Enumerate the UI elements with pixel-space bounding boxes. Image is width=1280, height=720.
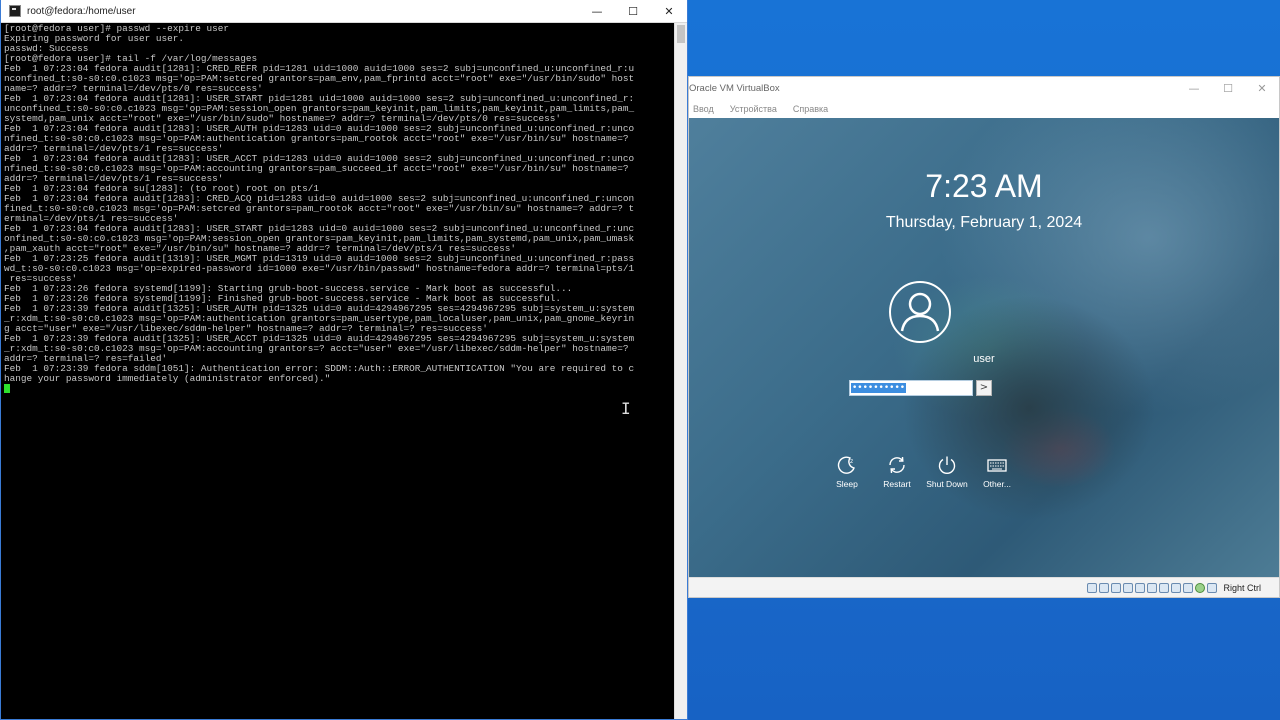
- sleep-icon: z: [837, 456, 855, 474]
- audio-icon[interactable]: [1111, 582, 1122, 593]
- svg-text:z: z: [850, 458, 853, 465]
- minimize-button[interactable]: —: [1177, 77, 1211, 99]
- keyboard-grid-icon: [987, 459, 1007, 472]
- menu-input[interactable]: Ввод: [693, 104, 714, 114]
- terminal-output[interactable]: [root@fedora user]# passwd --expire user…: [1, 23, 675, 719]
- shared-folder-icon[interactable]: [1147, 582, 1158, 593]
- terminal-icon: [9, 5, 21, 17]
- power-icon: [938, 456, 956, 474]
- virtualbox-menubar: Ввод Устройства Справка: [689, 99, 1279, 118]
- terminal-cursor: [4, 384, 10, 393]
- mouse-integration-icon[interactable]: [1195, 582, 1206, 593]
- restart-button[interactable]: Restart: [872, 454, 922, 489]
- terminal-title: root@fedora:/home/user: [27, 5, 136, 17]
- terminal-titlebar[interactable]: root@fedora:/home/user — ☐ ✕: [1, 0, 687, 23]
- other-button[interactable]: Other...: [972, 454, 1022, 489]
- sleep-label: Sleep: [836, 479, 858, 489]
- menu-devices[interactable]: Устройства: [730, 104, 777, 114]
- virtualbox-statusbar: Right Ctrl: [689, 577, 1279, 597]
- recording-icon[interactable]: [1171, 582, 1182, 593]
- close-button[interactable]: ✕: [651, 0, 687, 22]
- virtualbox-title: Oracle VM VirtualBox: [689, 82, 780, 94]
- shut-down-label: Shut Down: [926, 479, 968, 489]
- terminal-line: hange your password immediately (adminis…: [4, 373, 331, 384]
- other-label: Other...: [983, 479, 1011, 489]
- terminal-window[interactable]: root@fedora:/home/user — ☐ ✕ [root@fedor…: [0, 0, 688, 720]
- text-cursor-icon: I: [621, 399, 631, 418]
- user-avatar-icon[interactable]: [889, 281, 951, 343]
- keyboard-icon[interactable]: [1207, 582, 1218, 593]
- login-username: user: [973, 353, 995, 365]
- login-date: Thursday, February 1, 2024: [885, 214, 1083, 231]
- network-icon[interactable]: [1123, 582, 1134, 593]
- password-input[interactable]: ••••••••••: [849, 380, 973, 396]
- vm-login-screen[interactable]: 7:23 AM Thursday, February 1, 2024 user …: [689, 118, 1279, 578]
- login-clock: 7:23 AM: [925, 168, 1043, 204]
- optical-icon[interactable]: [1099, 582, 1110, 593]
- terminal-window-controls: — ☐ ✕: [579, 0, 687, 22]
- display-icon[interactable]: [1159, 582, 1170, 593]
- virtualbox-titlebar[interactable]: Oracle VM VirtualBox — ☐ ✕: [689, 77, 1279, 99]
- person-icon: [900, 292, 940, 332]
- maximize-button[interactable]: ☐: [615, 0, 651, 22]
- hdd-icon[interactable]: [1087, 582, 1098, 593]
- power-actions: z Sleep Restart Shut Down Other...: [822, 454, 1022, 489]
- terminal-scrollbar[interactable]: [674, 23, 687, 719]
- close-button[interactable]: ✕: [1245, 77, 1279, 99]
- minimize-button[interactable]: —: [579, 0, 615, 22]
- login-submit-button[interactable]: >: [976, 380, 992, 396]
- menu-help[interactable]: Справка: [793, 104, 828, 114]
- password-value: ••••••••••: [851, 383, 907, 393]
- scrollbar-thumb[interactable]: [677, 25, 685, 43]
- shut-down-button[interactable]: Shut Down: [922, 454, 972, 489]
- restart-label: Restart: [883, 479, 911, 489]
- terminal-line: Expiring password for user user.: [4, 33, 185, 44]
- virtualbox-window[interactable]: Oracle VM VirtualBox — ☐ ✕ Ввод Устройст…: [688, 76, 1280, 598]
- usb-icon[interactable]: [1135, 582, 1146, 593]
- cpu-icon[interactable]: [1183, 582, 1194, 593]
- terminal-prompt-line[interactable]: [4, 384, 672, 394]
- sleep-button[interactable]: z Sleep: [822, 454, 872, 489]
- terminal-line: wd_t:s0-s0:c0.c1023 msg='op=expired-pass…: [4, 263, 635, 274]
- restart-icon: [889, 456, 905, 474]
- host-key-label: Right Ctrl: [1223, 582, 1261, 593]
- virtualbox-window-controls: — ☐ ✕: [1177, 77, 1279, 99]
- maximize-button[interactable]: ☐: [1211, 77, 1245, 99]
